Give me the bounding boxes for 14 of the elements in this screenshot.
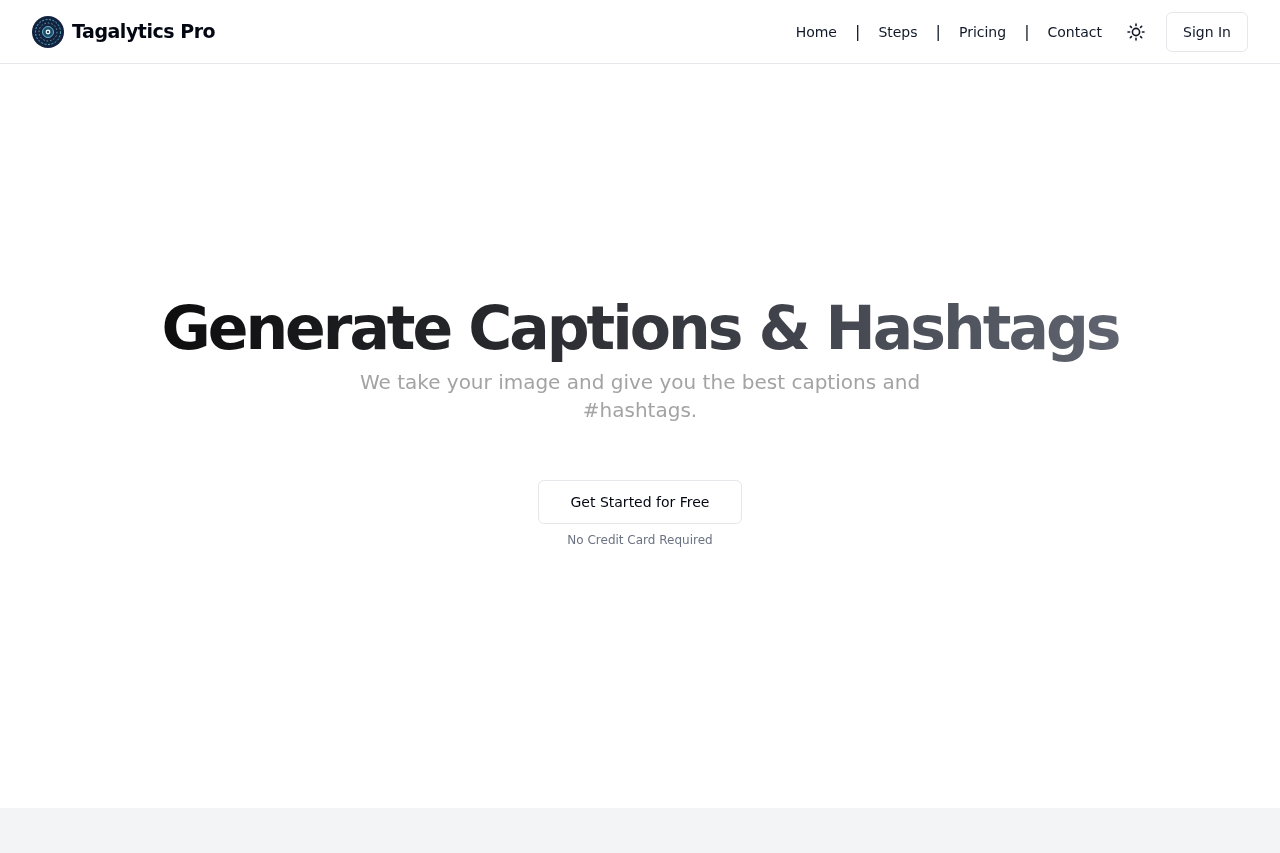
nav-link[interactable]: Steps <box>878 21 918 42</box>
nav-link[interactable]: Contact <box>1047 21 1102 42</box>
hero-subtitle: We take your image and give you the best captions and #hashtags. <box>358 369 922 424</box>
nav-separator: | <box>855 20 861 43</box>
nav-link[interactable]: Home <box>795 21 837 42</box>
get-started-button[interactable]: Get Started for Free <box>537 480 743 524</box>
nav-separator: | <box>1024 20 1030 43</box>
no-credit-card-note: No Credit Card Required <box>567 532 713 548</box>
brand-name[interactable]: Tagalytics Pro <box>72 17 216 46</box>
nav-separator: | <box>935 20 941 43</box>
nav-link[interactable]: Pricing <box>958 21 1007 42</box>
logo-icon <box>32 15 64 48</box>
sign-in-button[interactable]: Sign In <box>1166 11 1248 52</box>
sun-icon <box>1127 22 1145 41</box>
